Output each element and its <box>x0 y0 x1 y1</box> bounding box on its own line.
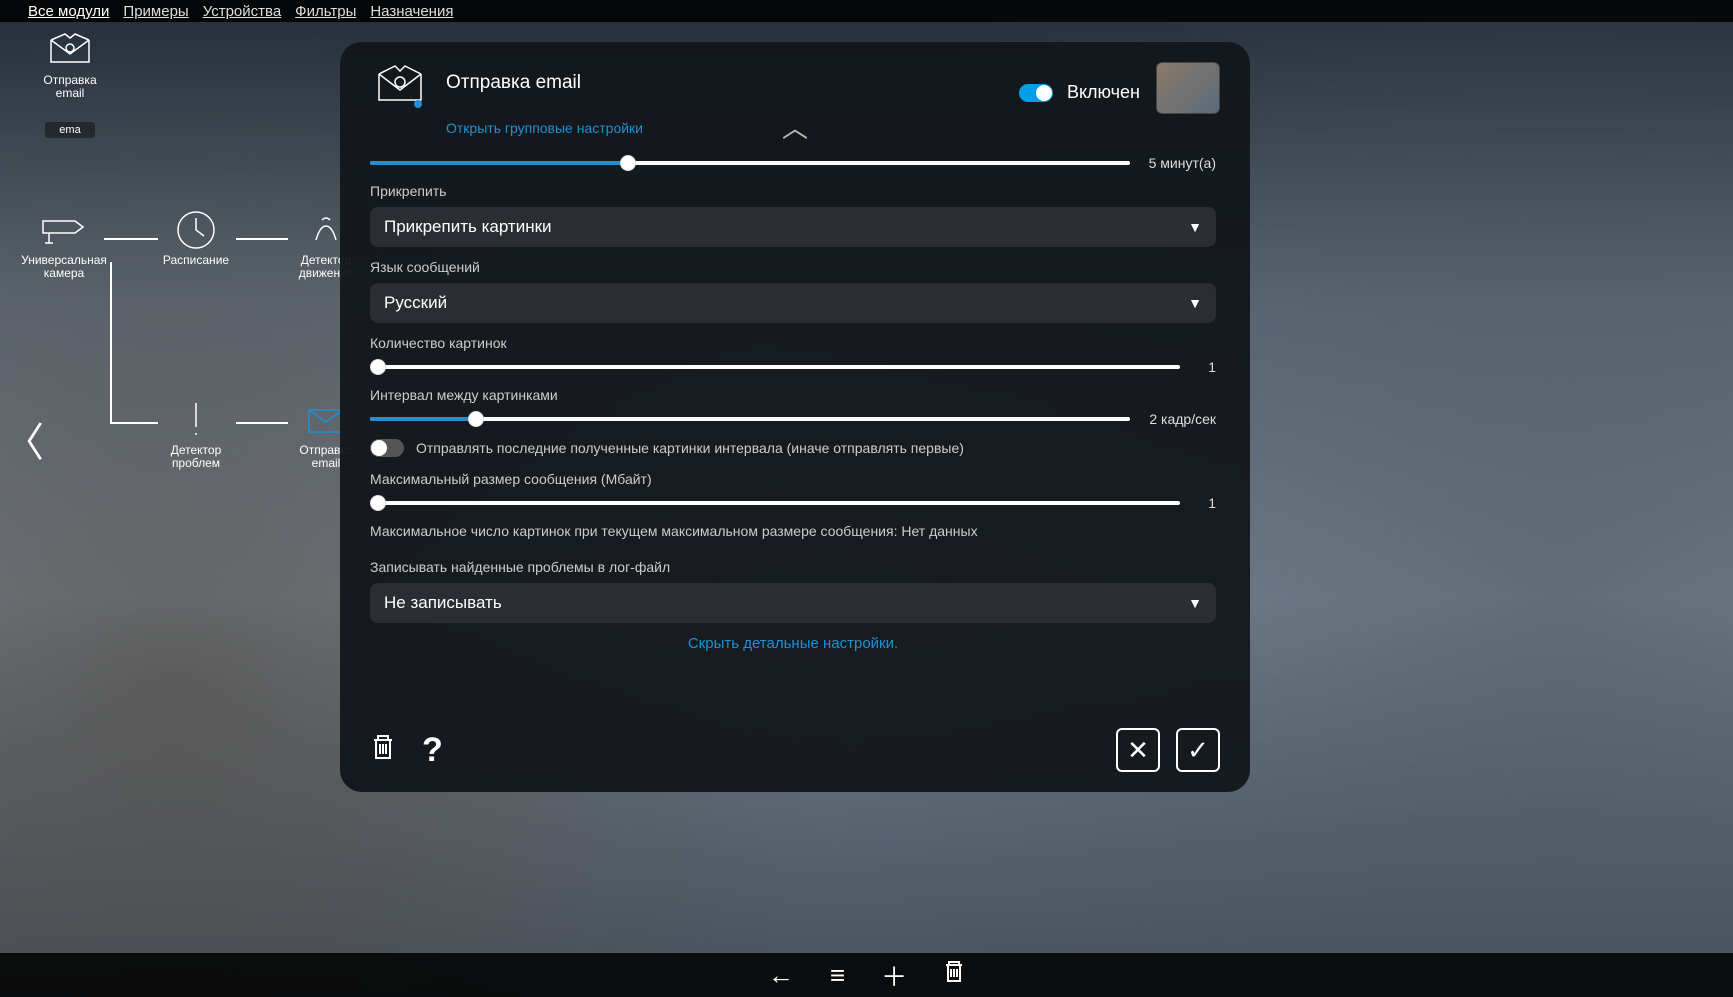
menu-icon[interactable]: ≡ <box>830 960 845 991</box>
node-email-send-top[interactable]: Отправка email <box>30 28 110 138</box>
language-select[interactable]: Русский ▼ <box>370 283 1216 323</box>
add-icon[interactable]: ＋ <box>881 957 907 994</box>
node-camera[interactable]: Универсальная камера <box>24 208 104 280</box>
duration-slider[interactable] <box>370 161 1130 165</box>
nav-all-modules[interactable]: Все модули <box>28 3 109 19</box>
count-slider[interactable] <box>370 365 1180 369</box>
nav-devices[interactable]: Устройства <box>203 3 281 19</box>
clock-icon <box>174 208 218 252</box>
language-label: Язык сообщений <box>370 259 1216 275</box>
top-nav: Все модули Примеры Устройства Фильтры На… <box>0 0 1733 22</box>
lastframes-label: Отправлять последние полученные картинки… <box>416 440 964 456</box>
panel-footer: ? ✕ ✓ <box>370 716 1220 772</box>
alert-icon <box>181 398 211 442</box>
chevron-down-icon: ▼ <box>1188 219 1202 235</box>
interval-label: Интервал между картинками <box>370 387 1216 403</box>
enabled-label: Включен <box>1067 82 1140 103</box>
nav-filters[interactable]: Фильтры <box>295 3 356 19</box>
hide-details-link[interactable]: Скрыть детальные настройки. <box>370 635 1216 652</box>
attach-select[interactable]: Прикрепить картинки ▼ <box>370 207 1216 247</box>
node-email-input[interactable] <box>45 122 95 138</box>
nav-examples[interactable]: Примеры <box>123 3 188 19</box>
delete-button[interactable] <box>370 732 396 769</box>
max-pics-info: Максимальное число картинок при текущем … <box>370 523 1216 539</box>
node-label: Универсальная камера <box>21 254 107 280</box>
bottom-toolbar: ← ≡ ＋ <box>0 953 1733 997</box>
chevron-down-icon: ▼ <box>1188 595 1202 611</box>
email-icon <box>47 28 93 72</box>
panel-title: Отправка email <box>446 72 1003 94</box>
attach-value: Прикрепить картинки <box>384 217 552 237</box>
language-value: Русский <box>384 293 447 313</box>
cancel-button[interactable]: ✕ <box>1116 728 1160 772</box>
collapse-chevron[interactable]: ︿ <box>370 108 1220 145</box>
enabled-toggle[interactable] <box>1019 84 1053 102</box>
form-body: 5 минут(а) Прикрепить Прикрепить картинк… <box>370 155 1220 716</box>
preview-thumbnail[interactable] <box>1156 62 1220 114</box>
node-label: Отправка email <box>30 74 110 100</box>
settings-panel: Отправка email Открыть групповые настрой… <box>340 42 1250 792</box>
interval-value: 2 кадр/сек <box>1146 411 1216 427</box>
log-select[interactable]: Не записывать ▼ <box>370 583 1216 623</box>
log-label: Записывать найденные проблемы в лог-файл <box>370 559 1216 575</box>
panel-icon <box>370 62 430 106</box>
back-arrow-icon[interactable]: ← <box>768 960 794 991</box>
back-chevron[interactable]: 〈 <box>4 410 44 468</box>
interval-slider[interactable] <box>370 417 1130 421</box>
confirm-button[interactable]: ✓ <box>1176 728 1220 772</box>
node-label: Детектор проблем <box>156 444 236 470</box>
node-problems[interactable]: Детектор проблем <box>156 398 236 470</box>
log-value: Не записывать <box>384 593 502 613</box>
node-label: Расписание <box>163 254 229 267</box>
chevron-down-icon: ▼ <box>1188 295 1202 311</box>
duration-value: 5 минут(а) <box>1146 155 1216 171</box>
lastframes-toggle[interactable] <box>370 439 404 457</box>
maxsize-slider[interactable] <box>370 501 1180 505</box>
trash-icon[interactable] <box>943 959 965 992</box>
attach-label: Прикрепить <box>370 183 1216 199</box>
count-value: 1 <box>1196 359 1216 375</box>
help-button[interactable]: ? <box>422 731 443 770</box>
count-label: Количество картинок <box>370 335 1216 351</box>
maxsize-label: Максимальный размер сообщения (Мбайт) <box>370 471 1216 487</box>
nav-assignments[interactable]: Назначения <box>370 3 453 19</box>
camera-icon <box>39 208 89 252</box>
maxsize-value: 1 <box>1196 495 1216 511</box>
node-schedule[interactable]: Расписание <box>156 208 236 267</box>
